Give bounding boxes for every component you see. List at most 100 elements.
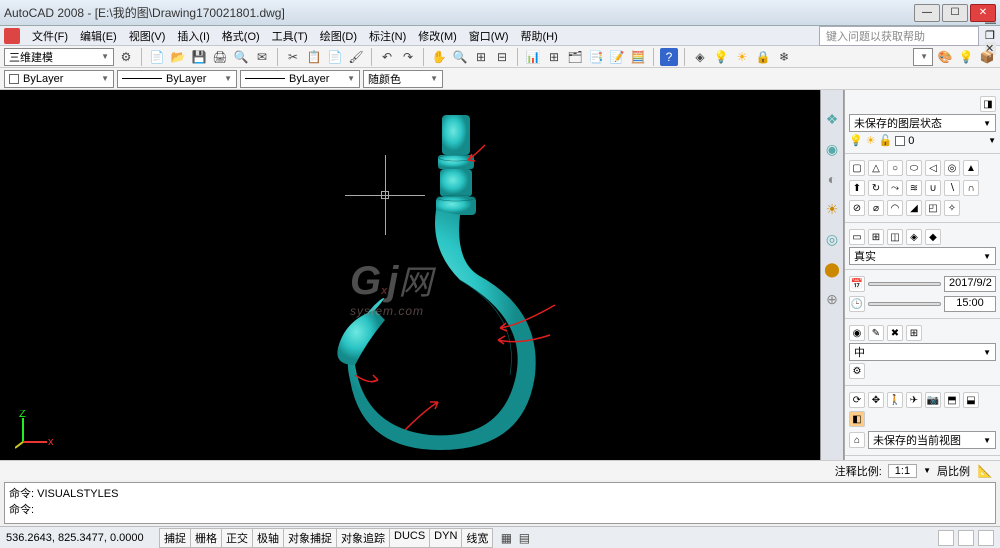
vs-wire-icon[interactable]: ⊞ xyxy=(868,229,884,245)
view-state-dropdown[interactable]: 未保存的当前视图▼ xyxy=(868,431,996,449)
workspace-settings-icon[interactable]: ⚙ xyxy=(117,48,135,66)
nav-panel-icon[interactable]: ⊕ xyxy=(823,290,841,308)
calendar-icon[interactable]: 📅 xyxy=(849,276,865,292)
lock-icon[interactable]: 🔓 xyxy=(879,134,893,147)
lock-icon[interactable]: 🔒 xyxy=(754,48,772,66)
sphere-primitive-icon[interactable]: ○ xyxy=(887,160,903,176)
view-iso-icon[interactable]: ◧ xyxy=(849,411,865,427)
props-icon[interactable]: 📊 xyxy=(524,48,542,66)
wedge-primitive-icon[interactable]: ◁ xyxy=(925,160,941,176)
clock-icon[interactable]: 🕒 xyxy=(849,296,865,312)
cone-primitive-icon[interactable]: △ xyxy=(868,160,884,176)
vs-hidden-icon[interactable]: ◫ xyxy=(887,229,903,245)
layer-iso-icon[interactable]: ◈ xyxy=(691,48,709,66)
help-search-input[interactable]: 键入问题以获取帮助 xyxy=(819,26,979,46)
tool-pal-icon[interactable]: 🗂 xyxy=(566,48,584,66)
dc-icon[interactable]: ⊞ xyxy=(545,48,563,66)
menu-help[interactable]: 帮助(H) xyxy=(515,26,564,46)
box-primitive-icon[interactable]: ▢ xyxy=(849,160,865,176)
preview-icon[interactable]: 🔍 xyxy=(232,48,250,66)
section-icon[interactable]: ⊘ xyxy=(849,200,865,216)
menu-insert[interactable]: 插入(I) xyxy=(171,26,215,46)
minimize-button[interactable]: — xyxy=(914,4,940,22)
imprint-icon[interactable]: ✧ xyxy=(944,200,960,216)
lineweight-dropdown[interactable]: ByLayer ▼ xyxy=(240,70,360,88)
toggle-polar[interactable]: 极轴 xyxy=(252,528,284,548)
markup-icon[interactable]: 📝 xyxy=(608,48,626,66)
loft-icon[interactable]: ≋ xyxy=(906,180,922,196)
toggle-otrack[interactable]: 对象追踪 xyxy=(336,528,390,548)
paste-icon[interactable]: 📄 xyxy=(326,48,344,66)
render-icon[interactable]: 🎨 xyxy=(936,48,954,66)
revolve-icon[interactable]: ↻ xyxy=(868,180,884,196)
bulb-icon[interactable]: 💡 xyxy=(849,134,863,147)
layers-panel-icon[interactable]: ❖ xyxy=(823,110,841,128)
time-input[interactable]: 15:00 xyxy=(944,296,996,312)
menu-format[interactable]: 格式(O) xyxy=(216,26,266,46)
sun-icon[interactable]: ☀ xyxy=(733,48,751,66)
command-window[interactable]: 命令: VISUALSTYLES 命令: xyxy=(4,482,996,524)
extrude-icon[interactable]: ⬆ xyxy=(849,180,865,196)
chamfer-icon[interactable]: ◢ xyxy=(906,200,922,216)
camera-icon[interactable]: 📷 xyxy=(925,392,941,408)
menu-dimension[interactable]: 标注(N) xyxy=(363,26,412,46)
menu-window[interactable]: 窗口(W) xyxy=(463,26,515,46)
drawing-canvas[interactable]: Gxj网 system.com Z x xyxy=(0,90,820,460)
zoom-win-icon[interactable]: ⊞ xyxy=(472,48,490,66)
visual-style-dropdown[interactable]: 真实▼ xyxy=(849,247,996,265)
undo-icon[interactable]: ↶ xyxy=(378,48,396,66)
menu-file[interactable]: 文件(F) xyxy=(26,26,74,46)
linetype-dropdown[interactable]: ByLayer ▼ xyxy=(117,70,237,88)
shell-icon[interactable]: ◰ xyxy=(925,200,941,216)
pan-nav-icon[interactable]: ✥ xyxy=(868,392,884,408)
date-input[interactable]: 2017/9/2 xyxy=(944,276,996,292)
menu-view[interactable]: 视图(V) xyxy=(123,26,172,46)
vs-2d-icon[interactable]: ▭ xyxy=(849,229,865,245)
menu-draw[interactable]: 绘图(D) xyxy=(314,26,363,46)
menu-edit[interactable]: 编辑(E) xyxy=(74,26,123,46)
anno-icon[interactable]: 📐 xyxy=(976,462,994,480)
right-dropdown[interactable]: ▼ xyxy=(913,48,933,66)
toggle-dyn[interactable]: DYN xyxy=(429,528,462,548)
toggle-ducs[interactable]: DUCS xyxy=(389,528,430,548)
color-swatch-icon[interactable] xyxy=(895,136,905,146)
zoom-rt-icon[interactable]: 🔍 xyxy=(451,48,469,66)
sweep-icon[interactable]: ⤳ xyxy=(887,180,903,196)
color-dropdown[interactable]: ByLayer ▼ xyxy=(4,70,114,88)
visual-panel-icon[interactable]: ◐ xyxy=(823,170,841,188)
walk-icon[interactable]: 🚶 xyxy=(887,392,903,408)
intersect-icon[interactable]: ∩ xyxy=(963,180,979,196)
material-map-icon[interactable]: ⊞ xyxy=(906,325,922,341)
toggle-ortho[interactable]: 正交 xyxy=(221,528,253,548)
bulb-on-icon[interactable]: 💡 xyxy=(712,48,730,66)
open-icon[interactable]: 📂 xyxy=(169,48,187,66)
material-remove-icon[interactable]: ✖ xyxy=(887,325,903,341)
material-dropdown[interactable]: 中▼ xyxy=(849,343,996,361)
menu-tools[interactable]: 工具(T) xyxy=(266,26,314,46)
materials-panel-icon[interactable]: ◎ xyxy=(823,230,841,248)
doc-minimize-button[interactable]: — xyxy=(985,17,996,29)
box-icon[interactable]: 📦 xyxy=(978,48,996,66)
slice-icon[interactable]: ⌀ xyxy=(868,200,884,216)
union-icon[interactable]: ∪ xyxy=(925,180,941,196)
toggle-grid[interactable]: 栅格 xyxy=(190,528,222,548)
plotstyle-dropdown[interactable]: 随颜色 ▼ xyxy=(363,70,443,88)
maximize-button[interactable]: ☐ xyxy=(942,4,968,22)
layout-tab-icon[interactable]: ▤ xyxy=(515,529,533,547)
model-tab-icon[interactable]: ▦ xyxy=(497,529,515,547)
help-icon[interactable]: ? xyxy=(660,48,678,66)
chevron-down-icon[interactable]: ▼ xyxy=(923,466,931,475)
cut-icon[interactable]: ✂ xyxy=(284,48,302,66)
menu-modify[interactable]: 修改(M) xyxy=(412,26,463,46)
view-front-icon[interactable]: ⬓ xyxy=(963,392,979,408)
workspace-dropdown[interactable]: 三维建模 ▼ xyxy=(4,48,114,66)
copy-icon[interactable]: 📋 xyxy=(305,48,323,66)
vs-real-icon[interactable]: ◈ xyxy=(906,229,922,245)
gear-icon[interactable]: ⚙ xyxy=(849,363,865,379)
sheet-icon[interactable]: 📑 xyxy=(587,48,605,66)
torus-primitive-icon[interactable]: ◎ xyxy=(944,160,960,176)
freeze-icon[interactable]: ❄ xyxy=(775,48,793,66)
zoom-prev-icon[interactable]: ⊟ xyxy=(493,48,511,66)
cylinder-primitive-icon[interactable]: ⬭ xyxy=(906,160,922,176)
vs-concept-icon[interactable]: ◆ xyxy=(925,229,941,245)
